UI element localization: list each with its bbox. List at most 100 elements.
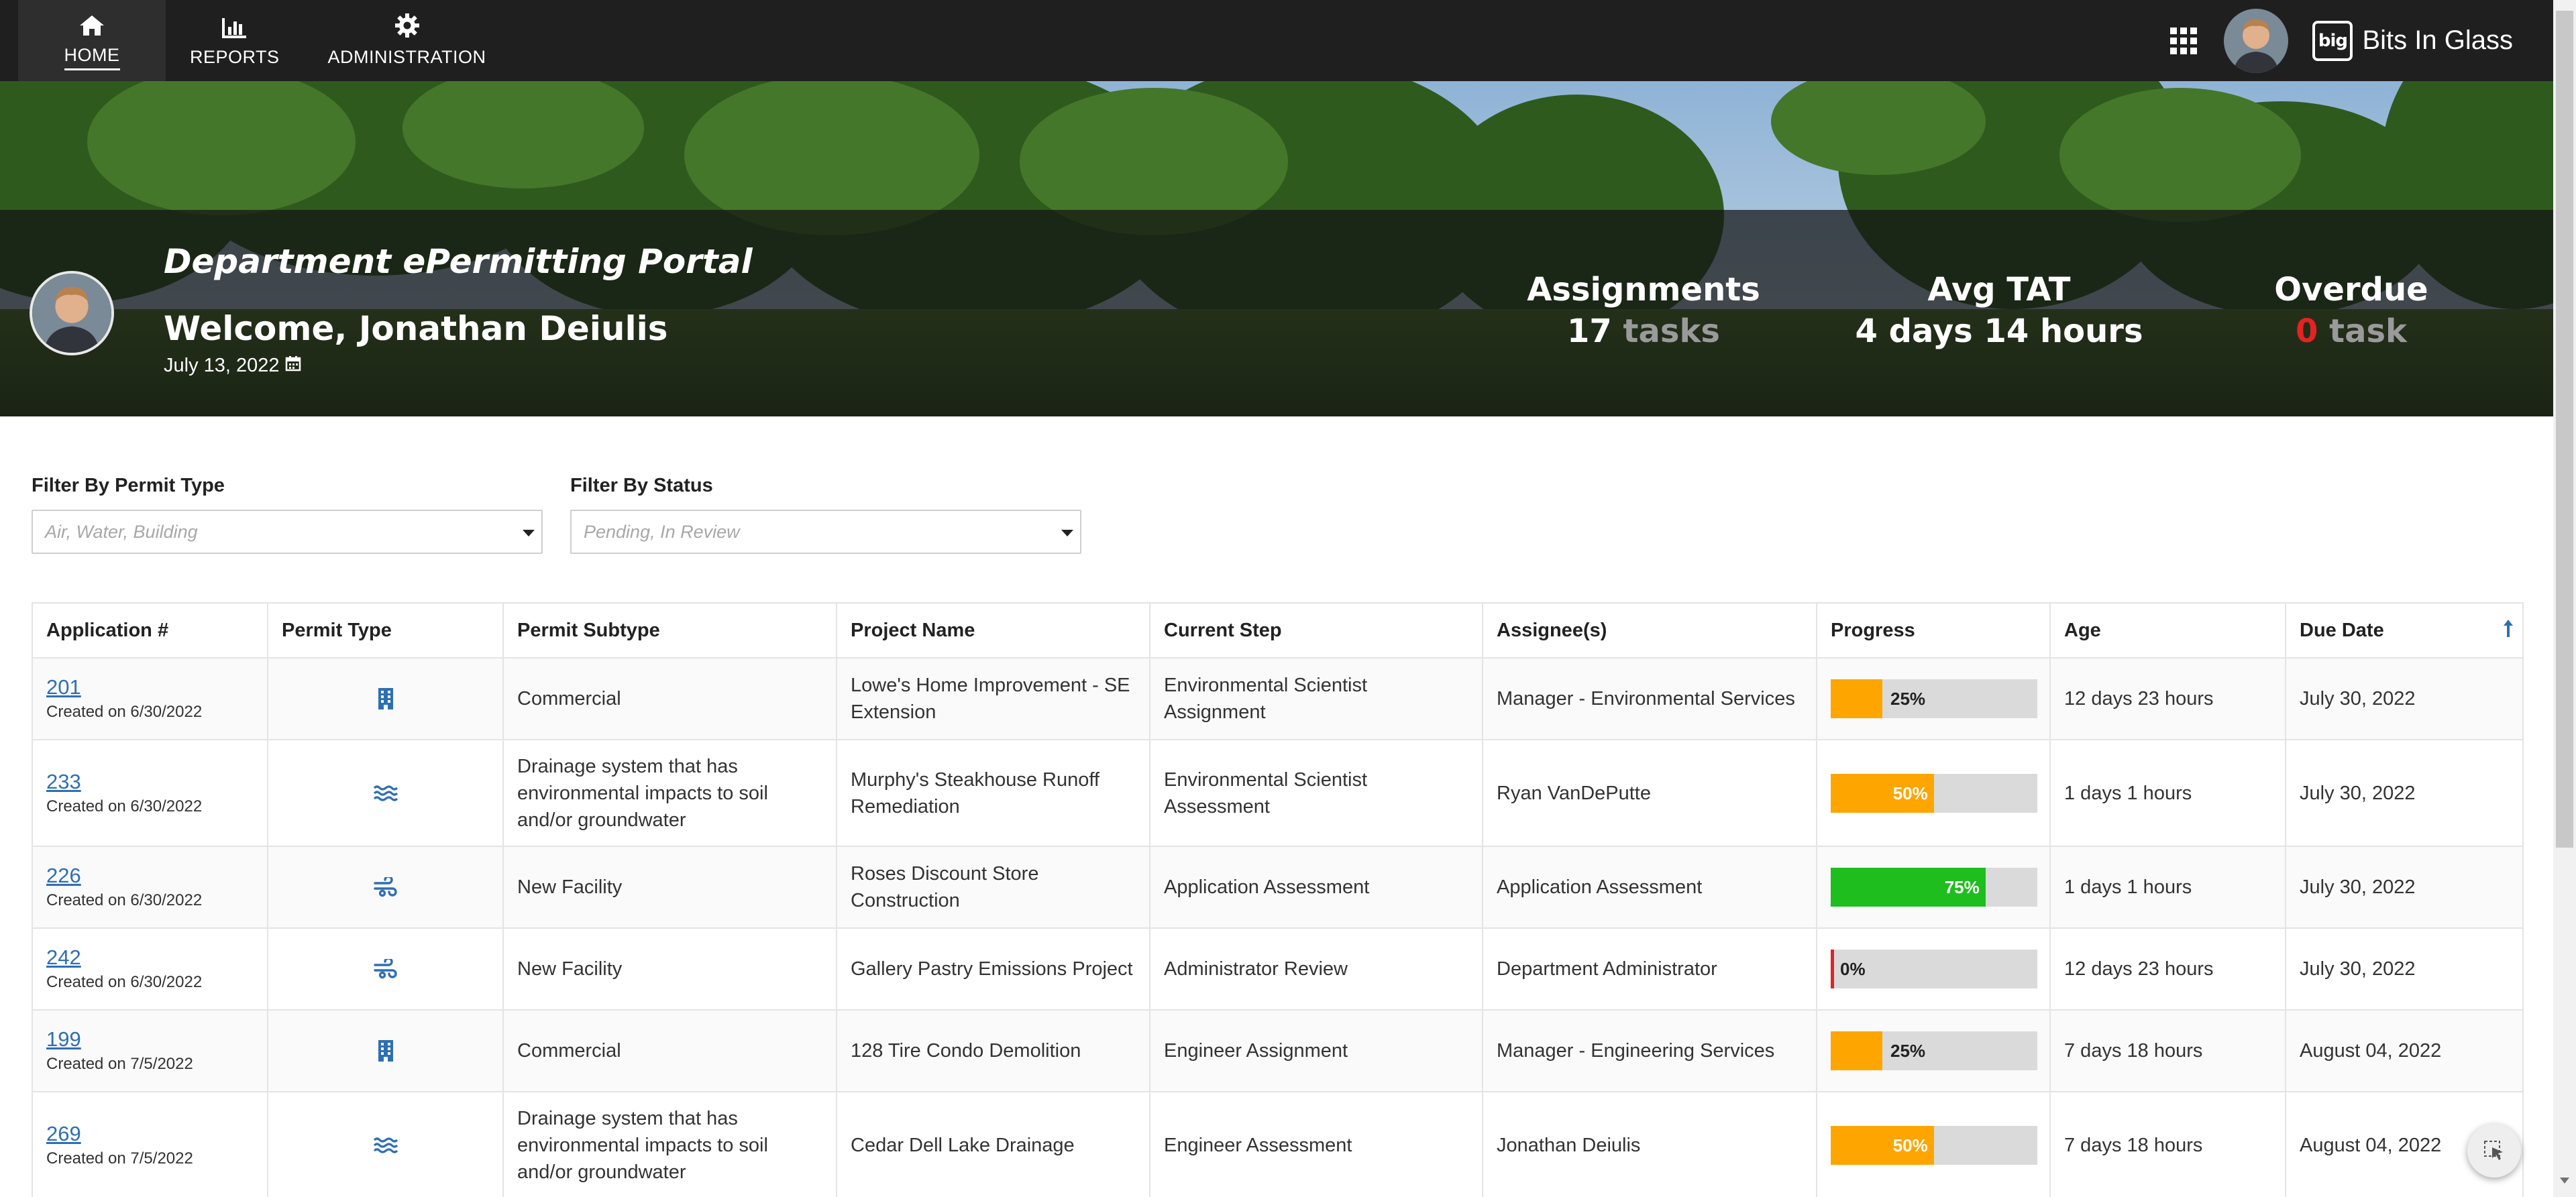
stat-avg-tat-value: 4 days 14 hours <box>1855 312 2143 350</box>
floating-action-button[interactable] <box>2467 1124 2521 1178</box>
building-icon <box>282 687 489 710</box>
cell-project-name: Murphy's Steakhouse Runoff Remediation <box>836 739 1150 847</box>
cell-age: 12 days 23 hours <box>2049 657 2286 740</box>
air-icon <box>282 877 489 897</box>
apps-grid-icon[interactable] <box>2170 27 2198 54</box>
application-link[interactable]: 269 <box>46 1121 254 1147</box>
stat-overdue-label: Overdue <box>2274 271 2428 308</box>
table-body: 201 Created on 6/30/2022 Commercial Lowe's … <box>32 657 2524 1197</box>
cell-current-step: Engineer Assessment <box>1149 1091 1483 1197</box>
application-link[interactable]: 199 <box>46 1026 254 1053</box>
table-row[interactable]: 226 Created on 6/30/2022 New Facility Roses… <box>32 846 2524 929</box>
cell-due-date: July 30, 2022 <box>2285 657 2524 740</box>
table-row[interactable]: 201 Created on 6/30/2022 Commercial Lowe's … <box>32 657 2524 740</box>
page-scrollbar[interactable] <box>2553 0 2576 1197</box>
cell-project-name: Cedar Dell Lake Drainage <box>836 1091 1150 1197</box>
user-avatar[interactable] <box>2224 8 2289 73</box>
application-link[interactable]: 233 <box>46 768 254 795</box>
filter-status-label: Filter By Status <box>570 475 713 496</box>
water-icon <box>282 785 489 802</box>
cell-age: 1 days 1 hours <box>2049 846 2286 929</box>
stat-assignments-unit: tasks <box>1623 312 1720 350</box>
cell-permit-subtype: Drainage system that has environmental i… <box>502 739 837 847</box>
brand-name: Bits In Glass <box>2362 25 2513 55</box>
nav-home[interactable]: HOME <box>18 0 166 81</box>
filter-status-placeholder: Pending, In Review <box>584 521 740 542</box>
filter-permit-type-select[interactable]: Air, Water, Building <box>32 510 543 554</box>
table-row[interactable]: 233 Created on 6/30/2022 Drainage system t… <box>32 739 2524 847</box>
calendar-icon <box>285 355 301 377</box>
cell-permit-subtype: Commercial <box>502 657 837 740</box>
col-current-step[interactable]: Current Step <box>1149 602 1483 659</box>
col-permit-type[interactable]: Permit Type <box>267 602 504 659</box>
cell-application: 226 Created on 6/30/2022 <box>32 846 268 929</box>
cell-project-name: Roses Discount Store Construction <box>836 846 1150 929</box>
cell-progress: 50% <box>1816 739 2051 847</box>
cell-current-step: Environmental Scientist Assessment <box>1149 739 1483 847</box>
current-date: July 13, 2022 <box>164 355 301 377</box>
date-text: July 13, 2022 <box>164 355 280 376</box>
created-date: Created on 7/5/2022 <box>46 1149 193 1167</box>
col-assignees[interactable]: Assignee(s) <box>1482 602 1817 659</box>
cell-application: 269 Created on 7/5/2022 <box>32 1091 268 1197</box>
cell-due-date: August 04, 2022 <box>2285 1009 2524 1092</box>
application-link[interactable]: 201 <box>46 674 254 701</box>
col-progress[interactable]: Progress <box>1816 602 2051 659</box>
cell-due-date: July 30, 2022 <box>2285 846 2524 929</box>
progress-bar: 50% <box>1831 1125 2037 1165</box>
col-project-name[interactable]: Project Name <box>836 602 1150 659</box>
stat-avg-tat: Avg TAT 4 days 14 hours <box>1811 269 2187 352</box>
progress-bar-fill <box>1831 950 1834 988</box>
application-link[interactable]: 226 <box>46 862 254 889</box>
cell-assignee: Department Administrator <box>1482 927 1817 1011</box>
pointer-select-icon <box>2484 1141 2503 1160</box>
cell-progress: 0% <box>1816 927 2051 1011</box>
created-date: Created on 6/30/2022 <box>46 891 203 909</box>
sort-arrow-up-icon[interactable] <box>2502 618 2514 644</box>
table-row[interactable]: 242 Created on 6/30/2022 New Facility Galle… <box>32 927 2524 1011</box>
stat-overdue: Overdue 0 task <box>2214 269 2489 352</box>
table-row[interactable]: 199 Created on 7/5/2022 Commercial 128 Tire… <box>32 1009 2524 1092</box>
nav-reports-label: REPORTS <box>190 47 280 67</box>
portal-title: Department ePermitting Portal <box>164 242 753 281</box>
stat-assignments: Assignments 17 tasks <box>1489 269 1798 352</box>
cell-permit-type <box>267 1009 504 1092</box>
cell-assignee: Jonathan Deiulis <box>1482 1091 1817 1197</box>
col-due-date[interactable]: Due Date <box>2285 602 2524 659</box>
nav-administration-label: ADMINISTRATION <box>327 47 486 67</box>
stat-avg-tat-label: Avg TAT <box>1927 271 2071 308</box>
water-icon <box>282 1137 489 1154</box>
col-application-number[interactable]: Application # <box>32 602 268 659</box>
cell-permit-type <box>267 846 504 929</box>
caret-down-icon <box>523 530 535 536</box>
col-permit-subtype[interactable]: Permit Subtype <box>502 602 837 659</box>
cell-due-date: July 30, 2022 <box>2285 739 2524 847</box>
home-icon <box>78 11 105 37</box>
cell-assignee: Ryan VanDePutte <box>1482 739 1817 847</box>
cell-application: 201 Created on 6/30/2022 <box>32 657 268 740</box>
cell-permit-subtype: Commercial <box>502 1009 837 1092</box>
table-row[interactable]: 269 Created on 7/5/2022 Drainage system th… <box>32 1091 2524 1197</box>
nav-administration[interactable]: ADMINISTRATION <box>304 0 511 81</box>
building-icon <box>282 1039 489 1062</box>
progress-bar: 75% <box>1831 868 2037 907</box>
application-link[interactable]: 242 <box>46 944 254 971</box>
filter-permit-type-label: Filter By Permit Type <box>32 475 225 496</box>
progress-label: 75% <box>1944 877 1980 897</box>
scrollbar-thumb[interactable] <box>2556 11 2573 848</box>
progress-bar: 50% <box>1831 773 2037 813</box>
filter-status-select[interactable]: Pending, In Review <box>570 510 1081 554</box>
brand-logo[interactable]: big Bits In Glass <box>2312 20 2513 61</box>
stat-assignments-label: Assignments <box>1527 271 1760 308</box>
cell-permit-type <box>267 1091 504 1197</box>
table-header-row: Application # Permit Type Permit Subtype… <box>32 602 2524 659</box>
brand-mark: big <box>2312 20 2353 61</box>
progress-label: 50% <box>1892 1135 1928 1155</box>
col-age[interactable]: Age <box>2049 602 2286 659</box>
filter-permit-type-placeholder: Air, Water, Building <box>45 521 198 542</box>
progress-label: 0% <box>1840 959 1866 979</box>
caret-down-icon <box>1061 530 1073 536</box>
cell-permit-subtype: New Facility <box>502 927 837 1011</box>
scroll-down-arrow-icon[interactable] <box>2560 1178 2569 1184</box>
nav-reports[interactable]: REPORTS <box>166 0 304 81</box>
